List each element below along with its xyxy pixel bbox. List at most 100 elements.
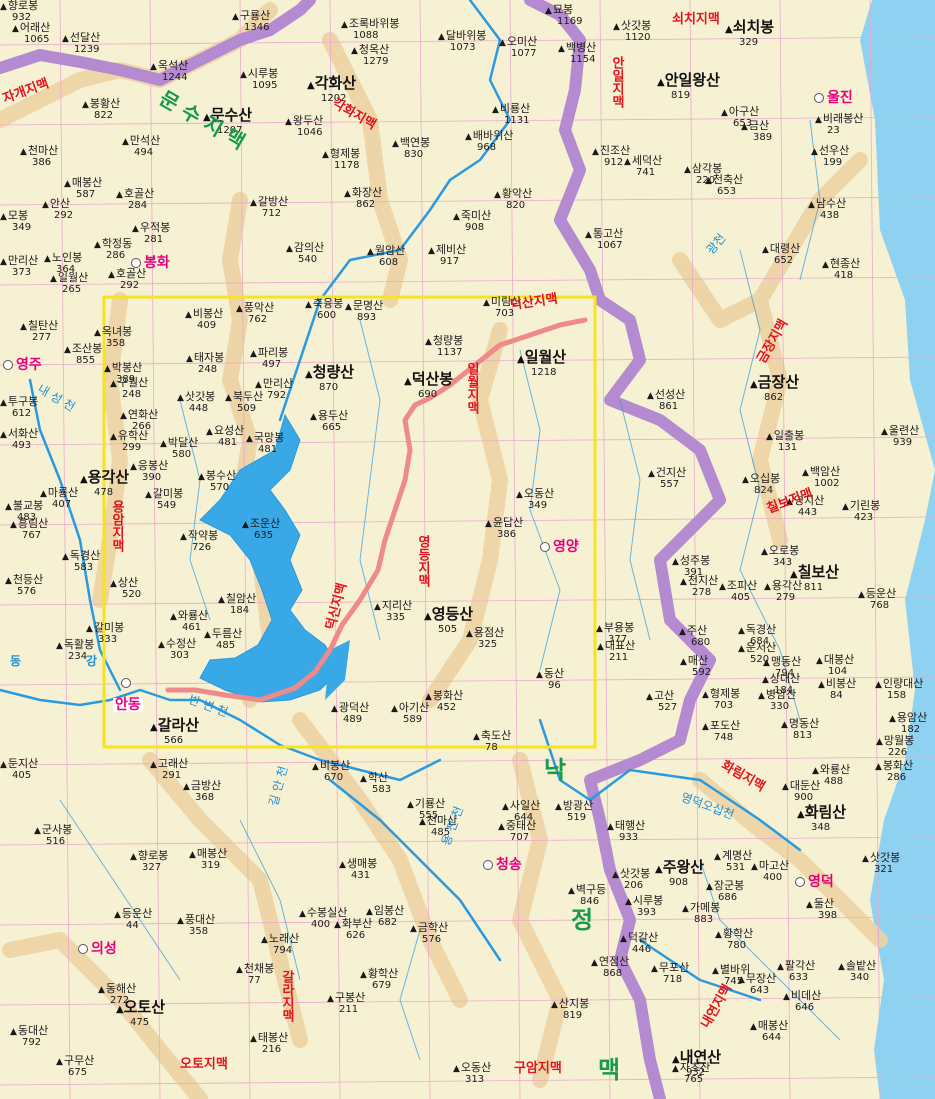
mountain-peak-icon: ▲ bbox=[742, 475, 749, 485]
peak-label: ▲삿갓봉 bbox=[613, 20, 651, 32]
peak-elevation: 583 bbox=[74, 562, 94, 573]
peak-label: ▲명동산 bbox=[781, 718, 819, 730]
mountain-peak-icon: ▲ bbox=[232, 12, 239, 22]
peak-label: ▲태자봉 bbox=[186, 352, 224, 364]
mountain-peak-icon: ▲ bbox=[0, 398, 7, 408]
mountain-peak-icon: ▲ bbox=[94, 240, 101, 250]
peak-name: 갈미봉 bbox=[152, 487, 184, 500]
peak-name: 독경산 bbox=[745, 623, 777, 636]
peak-label: ▲배바위산 bbox=[465, 130, 513, 142]
mountain-peak-icon: ▲ bbox=[738, 975, 745, 985]
mountain-peak-icon: ▲ bbox=[345, 302, 352, 312]
mountain-peak-icon: ▲ bbox=[42, 200, 49, 210]
peak-elevation: 286 bbox=[887, 772, 907, 783]
mountain-peak-icon: ▲ bbox=[705, 176, 712, 186]
peak-elevation: 912 bbox=[604, 157, 624, 168]
peak-name: 갈방산 bbox=[257, 195, 289, 208]
peak-elevation: 1131 bbox=[504, 115, 530, 126]
peak-elevation: 1178 bbox=[334, 160, 360, 171]
peak-label: ▲북두산 bbox=[225, 391, 263, 403]
mountain-peak-icon: ▲ bbox=[655, 864, 663, 875]
major-peak-elevation: 819 bbox=[671, 90, 691, 101]
peak-elevation: 1077 bbox=[511, 48, 537, 59]
mountain-peak-icon: ▲ bbox=[783, 992, 790, 1002]
peak-name: 만리산 bbox=[7, 254, 39, 267]
mountain-peak-icon: ▲ bbox=[702, 722, 709, 732]
peak-elevation: 184 bbox=[230, 605, 250, 616]
mountain-peak-icon: ▲ bbox=[240, 70, 247, 80]
peak-name: 대령산 bbox=[769, 242, 801, 255]
peak-elevation: 675 bbox=[68, 1067, 88, 1078]
mountain-peak-icon: ▲ bbox=[305, 300, 312, 310]
peak-elevation: 284 bbox=[128, 200, 148, 211]
peak-name: 시루봉 bbox=[632, 894, 664, 907]
mountain-peak-icon: ▲ bbox=[680, 577, 687, 587]
mountain-peak-icon: ▲ bbox=[751, 862, 758, 872]
peak-label: ▲갈방산 bbox=[250, 196, 288, 208]
peak-elevation: 527 bbox=[658, 702, 678, 713]
peak-elevation: 248 bbox=[198, 364, 218, 375]
peak-elevation: 211 bbox=[339, 1004, 359, 1015]
major-peak-label: ▲갈라산 bbox=[150, 718, 199, 733]
peak-name: 모봉 bbox=[7, 209, 29, 222]
peak-elevation: 883 bbox=[694, 914, 714, 925]
peak-elevation: 199 bbox=[823, 157, 843, 168]
peak-name: 황악산 bbox=[501, 187, 533, 200]
mountain-peak-icon: ▲ bbox=[114, 910, 121, 920]
mountain-peak-icon: ▲ bbox=[150, 760, 157, 770]
peak-name: 대둔산 bbox=[789, 779, 821, 792]
peak-name: 망월봉 bbox=[883, 734, 915, 747]
mountain-peak-icon: ▲ bbox=[624, 157, 631, 167]
ridge-nakdong: 낙 bbox=[544, 756, 567, 784]
peak-name: 백암산 bbox=[809, 465, 841, 478]
mountain-peak-icon: ▲ bbox=[110, 432, 117, 442]
mountain-peak-icon: ▲ bbox=[0, 2, 7, 12]
peak-name: 매봉산 bbox=[196, 847, 228, 860]
major-peak-name: 용각산 bbox=[87, 468, 130, 486]
peak-name: 투구봉 bbox=[7, 395, 39, 408]
peak-label: ▲두름산 bbox=[204, 628, 242, 640]
peak-elevation: 1067 bbox=[597, 240, 623, 251]
peak-elevation: 248 bbox=[122, 389, 142, 400]
mountain-peak-icon: ▲ bbox=[651, 964, 658, 974]
peak-name: 동해산 bbox=[105, 982, 137, 995]
peak-elevation: 234 bbox=[68, 651, 88, 662]
peak-label: ▲안산 bbox=[42, 198, 70, 210]
peak-label: ▲모봉 bbox=[0, 210, 28, 222]
peak-name: 달바위봉 bbox=[445, 29, 487, 42]
peak-label: ▲아기산 bbox=[391, 702, 429, 714]
peak-elevation: 390 bbox=[142, 472, 162, 483]
peak-elevation: 373 bbox=[12, 267, 32, 278]
mountain-peak-icon: ▲ bbox=[339, 860, 346, 870]
peak-elevation: 398 bbox=[818, 910, 838, 921]
peak-elevation: 830 bbox=[404, 149, 424, 160]
mountain-peak-icon: ▲ bbox=[766, 432, 773, 442]
mountain-peak-icon: ▲ bbox=[424, 611, 432, 622]
peak-name: 옥석산 bbox=[157, 59, 189, 72]
mountain-peak-icon: ▲ bbox=[706, 882, 713, 892]
peak-name: 구룡산 bbox=[239, 9, 271, 22]
peak-elevation: 520 bbox=[122, 589, 142, 600]
peak-elevation: 516 bbox=[46, 836, 66, 847]
peak-name: 향로봉 bbox=[137, 849, 169, 862]
peak-name: 천지산 bbox=[687, 574, 719, 587]
city-yeongju: 영주 bbox=[3, 358, 42, 372]
mountain-peak-icon: ▲ bbox=[5, 502, 12, 512]
peak-elevation: 292 bbox=[54, 210, 74, 221]
major-peak-name: 일월산 bbox=[524, 348, 567, 366]
mountain-peak-icon: ▲ bbox=[104, 364, 111, 374]
peak-elevation: 1095 bbox=[252, 80, 278, 91]
city-uljin: 울진 bbox=[814, 91, 853, 105]
mountain-peak-icon: ▲ bbox=[679, 627, 686, 637]
peak-name: 고래산 bbox=[157, 757, 189, 770]
peak-name: 용암산 bbox=[896, 711, 928, 724]
peak-label: ▲불교봉 bbox=[5, 500, 43, 512]
mountain-peak-icon: ▲ bbox=[672, 1064, 679, 1074]
mountain-peak-icon: ▲ bbox=[763, 658, 770, 668]
peak-elevation: 540 bbox=[298, 254, 318, 265]
peak-elevation: 741 bbox=[636, 167, 656, 178]
peak-elevation: 277 bbox=[32, 332, 52, 343]
peak-name: 인량대산 bbox=[882, 677, 924, 690]
mountain-peak-icon: ▲ bbox=[86, 624, 93, 634]
peak-label: ▲세덕산 bbox=[624, 155, 662, 167]
